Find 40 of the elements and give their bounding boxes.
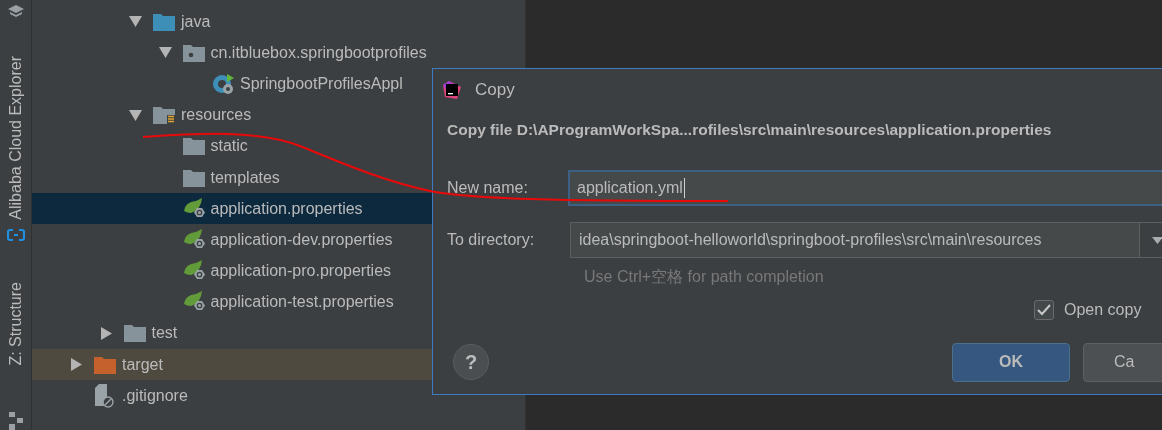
tool-window-tab[interactable]: Alibaba Cloud Explorer [6,56,25,220]
field-label: To directory: [447,231,536,249]
cancel-button[interactable]: Ca [1083,342,1162,382]
spring-leaf-icon [182,228,207,251]
caret-icon [1152,236,1162,244]
folder-icon [123,324,146,343]
dialog-title: Copy [475,79,515,100]
collapsed-arrow-icon[interactable] [70,358,83,372]
tree-item[interactable]: java [32,6,525,38]
ok-button[interactable]: OK [952,342,1070,382]
spring-leaf-icon [182,197,207,220]
cloud-bracket-icon[interactable] [6,227,25,242]
stack-icon[interactable] [6,4,25,20]
package-icon [182,43,205,62]
checkmark-icon [1037,304,1051,316]
tool-window-tab[interactable]: Z: Structure [6,281,25,366]
help-button[interactable]: ? [453,344,489,380]
tree-item[interactable]: application-test.properties [32,286,525,318]
tree-item[interactable]: .gitignore [32,380,525,412]
folder-icon [94,355,116,374]
folder-icon [153,106,175,125]
checkbox[interactable] [1034,300,1054,320]
folder-icon [182,137,205,156]
dialog-message: Copy file D:\AProgramWorkSpa...rofiles\src\main\resources\application.properties [447,120,1053,140]
expanded-arrow-icon[interactable] [129,108,142,122]
checkbox-label[interactable]: Open copy [1064,301,1142,319]
folder-icon [182,168,205,187]
name-input-field[interactable]: application.yml [568,170,1162,206]
structure-icon[interactable] [7,412,24,430]
expanded-arrow-icon[interactable] [158,46,172,60]
tree-item[interactable]: application-pro.properties [32,255,525,287]
hint-text: Use Ctrl+空格 for path completion [584,266,825,287]
collapsed-arrow-icon[interactable] [99,326,113,340]
directory-input-field[interactable]: idea\springboot-helloworld\springboot-profiles\src\main\resources [570,222,1140,258]
expanded-arrow-icon[interactable] [129,15,142,29]
folder-icon [153,12,175,31]
tree-item[interactable]: cn.itbluebox.springbootprofiles [32,37,525,69]
ignored-file-icon [94,383,114,408]
app-logo-icon [443,80,461,99]
class-icon [212,72,236,95]
